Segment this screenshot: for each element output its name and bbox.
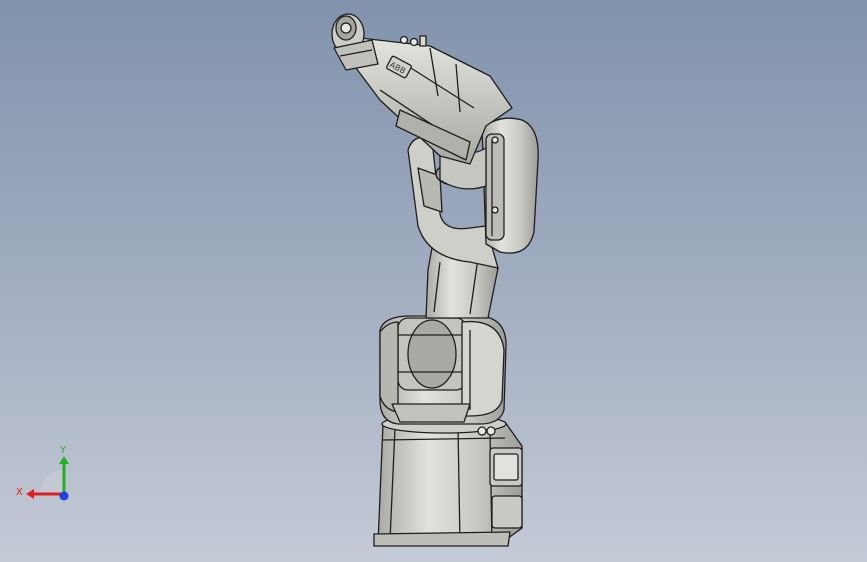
y-axis-arrowhead — [59, 456, 69, 464]
robot-wrist — [331, 13, 379, 71]
robot-base — [373, 414, 523, 547]
view-orientation-triad: X Y — [16, 445, 69, 501]
z-axis-dot — [59, 491, 69, 501]
x-axis-label: X — [16, 487, 23, 498]
x-axis-arrowhead — [26, 489, 34, 499]
robot-arm-model[interactable]: ABB — [0, 0, 867, 562]
graphics-viewport[interactable]: ABB X Y — [0, 0, 867, 562]
robot-shoulder — [379, 315, 507, 425]
y-axis-label: Y — [59, 445, 67, 456]
